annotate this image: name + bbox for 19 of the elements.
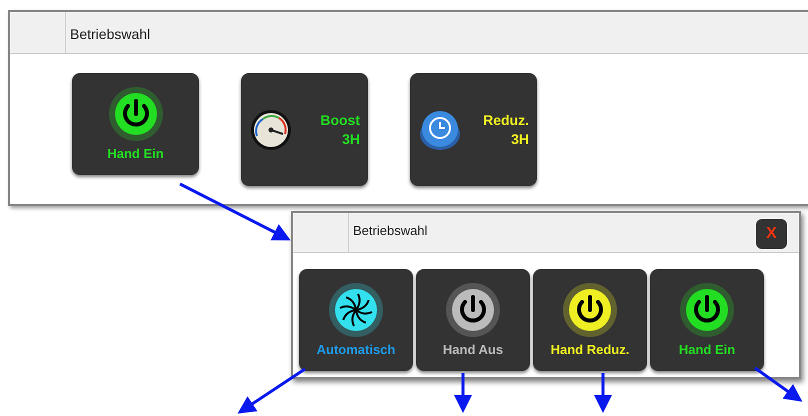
arrow	[238, 368, 306, 414]
panel-title: Betriebswahl	[352, 222, 428, 240]
power-icon	[562, 282, 618, 338]
mode-button[interactable]: Hand Ein	[72, 73, 199, 175]
mode-button[interactable]: Automatisch	[299, 269, 413, 371]
power-icon	[679, 282, 735, 338]
arrow	[454, 373, 472, 413]
power-icon	[108, 86, 164, 142]
arrow	[754, 366, 802, 402]
mode-button[interactable]: Hand Reduz.	[533, 269, 647, 371]
fan-icon	[328, 282, 384, 338]
mode-button[interactable]: Hand Aus	[416, 269, 530, 371]
panel-title: Betriebswahl	[69, 25, 152, 44]
mode-button[interactable]: Boost 3H	[241, 73, 368, 186]
arrow	[594, 373, 612, 413]
power-icon	[445, 282, 501, 338]
gauge-icon	[249, 108, 293, 152]
mode-button[interactable]: Reduz. 3H	[410, 73, 537, 186]
mode-button[interactable]: Hand Ein	[650, 269, 764, 371]
